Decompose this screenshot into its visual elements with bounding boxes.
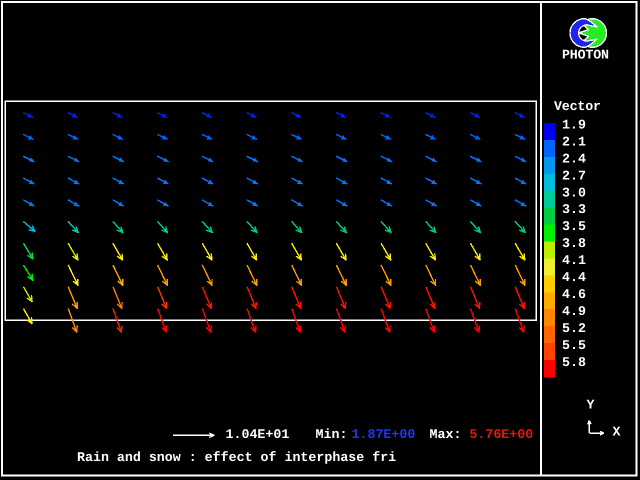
svg-text:X: X xyxy=(613,425,621,440)
svg-text:4.6: 4.6 xyxy=(562,287,586,302)
svg-text:3.3: 3.3 xyxy=(562,202,586,217)
svg-text:Max:: Max: xyxy=(430,427,462,442)
svg-text:3.0: 3.0 xyxy=(562,185,586,200)
svg-text:2.1: 2.1 xyxy=(562,134,586,149)
svg-text:5.5: 5.5 xyxy=(562,338,586,353)
svg-text:1.87E+00: 1.87E+00 xyxy=(352,427,416,442)
svg-text:1.04E+01: 1.04E+01 xyxy=(226,427,290,442)
svg-text:4.4: 4.4 xyxy=(562,270,586,285)
svg-text:3.8: 3.8 xyxy=(562,236,586,251)
svg-text:4.9: 4.9 xyxy=(562,304,586,319)
svg-text:2.4: 2.4 xyxy=(562,151,586,166)
svg-text:5.76E+00: 5.76E+00 xyxy=(469,427,533,442)
svg-text:5.2: 5.2 xyxy=(562,321,586,336)
svg-text:3.5: 3.5 xyxy=(562,219,586,234)
svg-text:5.8: 5.8 xyxy=(562,355,586,370)
svg-text:4.1: 4.1 xyxy=(562,253,586,268)
svg-text:Rain and snow : effect of inte: Rain and snow : effect of interphase fri xyxy=(77,450,396,465)
svg-text:2.7: 2.7 xyxy=(562,168,586,183)
svg-text:Min:: Min: xyxy=(316,427,348,442)
svg-text:Vector: Vector xyxy=(554,99,601,114)
svg-text:Y: Y xyxy=(587,398,595,413)
svg-text:PHOTON: PHOTON xyxy=(562,48,609,63)
svg-text:1.9: 1.9 xyxy=(562,118,586,133)
